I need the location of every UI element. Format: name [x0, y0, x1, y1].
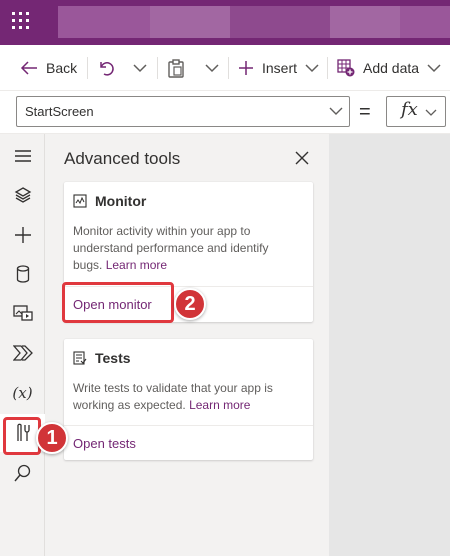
pane-title: Advanced tools [64, 149, 181, 168]
monitor-card-title: Monitor [95, 193, 147, 209]
back-label: Back [46, 60, 78, 76]
media-icon [12, 305, 33, 321]
paste-menu-button[interactable] [205, 45, 219, 91]
divider [157, 57, 158, 79]
insert-label: Insert [262, 60, 298, 76]
tests-card-header: Tests [73, 350, 131, 366]
callout-2-badge: 2 [174, 288, 206, 320]
power-automate-rail-button[interactable] [0, 334, 45, 372]
divider [228, 57, 229, 79]
close-icon[interactable] [294, 150, 310, 166]
variables-rail-button[interactable]: (x) [0, 374, 45, 412]
fx-button[interactable]: fx [386, 96, 446, 127]
formula-bar: StartScreen = fx [0, 91, 450, 134]
add-data-icon [337, 59, 355, 77]
chevron-down-icon [425, 109, 437, 116]
command-bar: Back Insert Add data [0, 45, 450, 91]
blurred-app-name [58, 6, 150, 38]
monitor-description-text: Monitor activity within your app to unde… [73, 224, 269, 272]
insert-button[interactable]: Insert [238, 45, 319, 91]
divider [64, 425, 313, 426]
database-icon [16, 265, 29, 283]
add-data-label: Add data [363, 60, 420, 76]
clipboard-icon [168, 58, 184, 78]
plus-icon [239, 61, 253, 75]
waffle-icon[interactable] [12, 12, 30, 30]
hamburger-icon [14, 150, 31, 162]
chevron-down-icon [133, 64, 147, 73]
property-value: StartScreen [25, 104, 94, 119]
undo-menu-button[interactable] [133, 45, 147, 91]
monitor-icon [73, 194, 87, 208]
tests-card-title: Tests [95, 350, 131, 366]
tests-icon [73, 351, 87, 365]
blurred-app-name [150, 6, 230, 38]
blurred-app-name [330, 6, 400, 38]
fx-icon: fx [401, 99, 418, 120]
undo-button[interactable] [97, 45, 115, 91]
property-dropdown[interactable]: StartScreen [16, 96, 350, 127]
data-rail-button[interactable] [0, 255, 45, 293]
monitor-card-description: Monitor activity within your app to unde… [73, 223, 299, 274]
back-button[interactable]: Back [20, 45, 77, 91]
open-tests-link[interactable]: Open tests [73, 436, 136, 451]
tests-card-description: Write tests to validate that your app is… [73, 380, 299, 414]
divider [87, 57, 88, 79]
chevron-down-icon [305, 64, 319, 73]
arrow-left-icon [20, 61, 37, 75]
app-header [0, 0, 450, 45]
tests-card: Tests Write tests to validate that your … [64, 339, 313, 460]
divider [327, 57, 328, 79]
add-data-button[interactable]: Add data [337, 45, 441, 91]
blurred-app-name [400, 6, 450, 38]
chevron-down-icon [205, 64, 219, 73]
media-rail-button[interactable] [0, 294, 45, 332]
canvas-area[interactable] [329, 134, 450, 556]
variables-icon: (x) [12, 384, 33, 402]
chevron-down-icon [329, 107, 343, 115]
insert-rail-button[interactable] [0, 216, 45, 254]
callout-1-badge: 1 [36, 422, 68, 454]
layers-icon [14, 187, 31, 203]
monitor-card-header: Monitor [73, 193, 146, 209]
advanced-tools-pane: Advanced tools Monitor Monitor activity … [46, 134, 329, 556]
undo-icon [100, 62, 114, 76]
search-icon [13, 464, 30, 482]
hamburger-button[interactable] [0, 137, 45, 175]
monitor-learn-more-link[interactable]: Learn more [106, 258, 167, 272]
search-rail-button[interactable] [0, 454, 45, 492]
power-automate-icon [12, 345, 33, 361]
tree-view-button[interactable] [0, 176, 45, 214]
paste-button[interactable] [168, 45, 184, 91]
equals-sign: = [359, 101, 371, 123]
plus-icon [14, 227, 31, 243]
left-rail: (x) [0, 134, 45, 556]
chevron-down-icon [427, 64, 441, 73]
tests-learn-more-link[interactable]: Learn more [189, 398, 250, 412]
open-monitor-highlight [62, 282, 174, 323]
blurred-app-name [230, 6, 330, 38]
